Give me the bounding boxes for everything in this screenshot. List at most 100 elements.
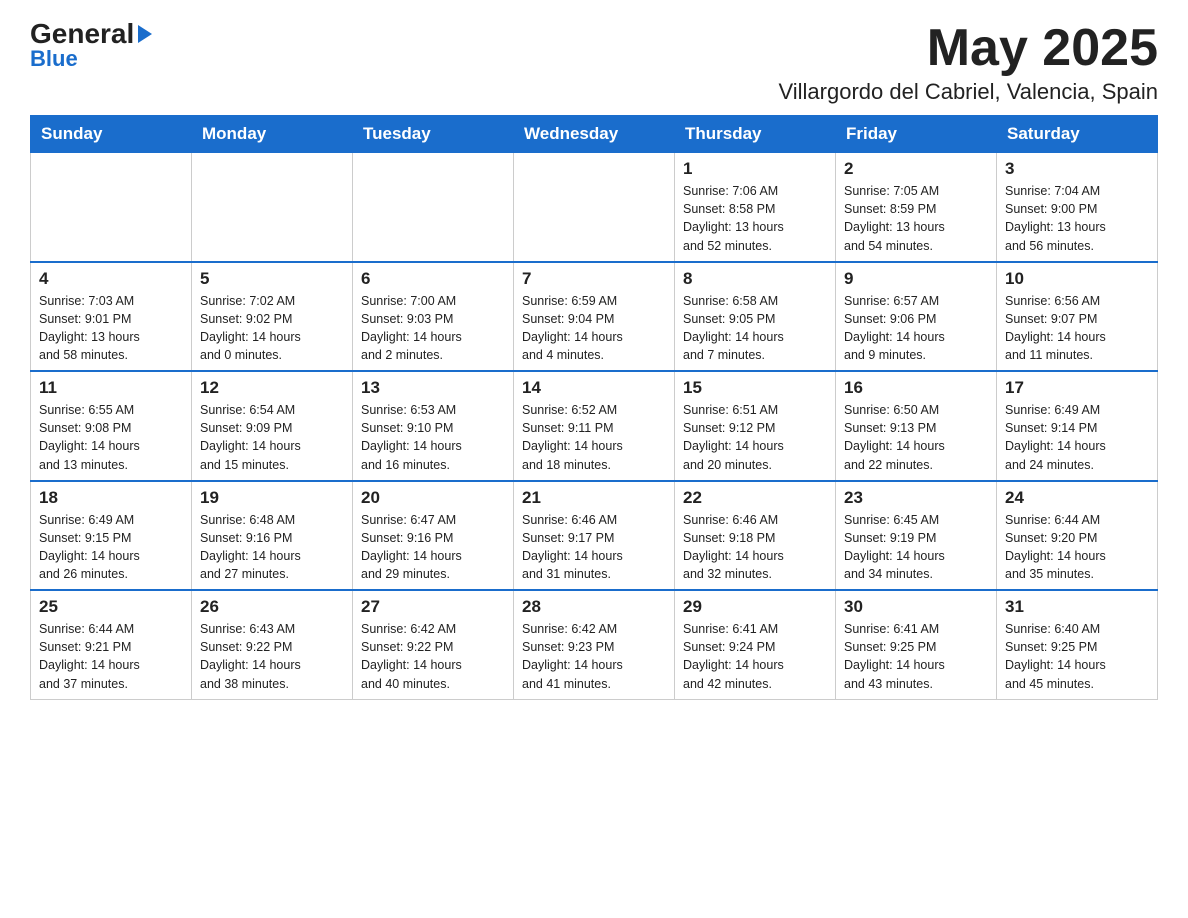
day-info: Sunrise: 6:43 AM Sunset: 9:22 PM Dayligh… xyxy=(200,620,344,693)
day-info: Sunrise: 6:42 AM Sunset: 9:22 PM Dayligh… xyxy=(361,620,505,693)
day-info: Sunrise: 6:42 AM Sunset: 9:23 PM Dayligh… xyxy=(522,620,666,693)
day-info: Sunrise: 6:49 AM Sunset: 9:15 PM Dayligh… xyxy=(39,511,183,584)
day-number: 9 xyxy=(844,269,988,289)
day-number: 16 xyxy=(844,378,988,398)
day-number: 14 xyxy=(522,378,666,398)
calendar-header-tuesday: Tuesday xyxy=(353,116,514,153)
day-number: 27 xyxy=(361,597,505,617)
day-info: Sunrise: 6:40 AM Sunset: 9:25 PM Dayligh… xyxy=(1005,620,1149,693)
day-number: 8 xyxy=(683,269,827,289)
day-info: Sunrise: 6:46 AM Sunset: 9:18 PM Dayligh… xyxy=(683,511,827,584)
day-info: Sunrise: 6:44 AM Sunset: 9:21 PM Dayligh… xyxy=(39,620,183,693)
day-number: 19 xyxy=(200,488,344,508)
calendar-cell xyxy=(353,153,514,262)
week-row-5: 25 Sunrise: 6:44 AM Sunset: 9:21 PM Dayli… xyxy=(31,590,1158,699)
day-number: 22 xyxy=(683,488,827,508)
calendar-cell: 8 Sunrise: 6:58 AM Sunset: 9:05 PM Daylig… xyxy=(675,262,836,372)
day-info: Sunrise: 6:53 AM Sunset: 9:10 PM Dayligh… xyxy=(361,401,505,474)
day-info: Sunrise: 7:00 AM Sunset: 9:03 PM Dayligh… xyxy=(361,292,505,365)
calendar-header-monday: Monday xyxy=(192,116,353,153)
day-number: 23 xyxy=(844,488,988,508)
logo-text-line1: General xyxy=(30,20,152,48)
month-title: May 2025 xyxy=(778,20,1158,77)
day-number: 5 xyxy=(200,269,344,289)
calendar-cell: 11 Sunrise: 6:55 AM Sunset: 9:08 PM Dayli… xyxy=(31,371,192,481)
day-info: Sunrise: 6:57 AM Sunset: 9:06 PM Dayligh… xyxy=(844,292,988,365)
day-number: 1 xyxy=(683,159,827,179)
day-info: Sunrise: 6:52 AM Sunset: 9:11 PM Dayligh… xyxy=(522,401,666,474)
calendar-cell: 25 Sunrise: 6:44 AM Sunset: 9:21 PM Dayli… xyxy=(31,590,192,699)
calendar-cell: 18 Sunrise: 6:49 AM Sunset: 9:15 PM Dayli… xyxy=(31,481,192,591)
day-number: 24 xyxy=(1005,488,1149,508)
day-info: Sunrise: 6:51 AM Sunset: 9:12 PM Dayligh… xyxy=(683,401,827,474)
day-number: 28 xyxy=(522,597,666,617)
calendar-cell: 19 Sunrise: 6:48 AM Sunset: 9:16 PM Dayli… xyxy=(192,481,353,591)
day-info: Sunrise: 7:05 AM Sunset: 8:59 PM Dayligh… xyxy=(844,182,988,255)
logo-text-line2: Blue xyxy=(30,46,78,72)
day-info: Sunrise: 6:54 AM Sunset: 9:09 PM Dayligh… xyxy=(200,401,344,474)
calendar-cell: 12Sunrise: 6:54 AM Sunset: 9:09 PM Dayli… xyxy=(192,371,353,481)
day-number: 18 xyxy=(39,488,183,508)
calendar-cell xyxy=(514,153,675,262)
location-title: Villargordo del Cabriel, Valencia, Spain xyxy=(778,79,1158,105)
day-info: Sunrise: 6:44 AM Sunset: 9:20 PM Dayligh… xyxy=(1005,511,1149,584)
calendar-cell: 31Sunrise: 6:40 AM Sunset: 9:25 PM Dayli… xyxy=(997,590,1158,699)
header-right: May 2025 Villargordo del Cabriel, Valenc… xyxy=(778,20,1158,105)
week-row-1: 1 Sunrise: 7:06 AM Sunset: 8:58 PM Daylig… xyxy=(31,153,1158,262)
day-number: 10 xyxy=(1005,269,1149,289)
day-number: 3 xyxy=(1005,159,1149,179)
day-info: Sunrise: 6:49 AM Sunset: 9:14 PM Dayligh… xyxy=(1005,401,1149,474)
calendar-cell: 21Sunrise: 6:46 AM Sunset: 9:17 PM Dayli… xyxy=(514,481,675,591)
calendar-cell: 15 Sunrise: 6:51 AM Sunset: 9:12 PM Dayli… xyxy=(675,371,836,481)
day-info: Sunrise: 7:04 AM Sunset: 9:00 PM Dayligh… xyxy=(1005,182,1149,255)
day-info: Sunrise: 6:56 AM Sunset: 9:07 PM Dayligh… xyxy=(1005,292,1149,365)
calendar-cell: 30Sunrise: 6:41 AM Sunset: 9:25 PM Dayli… xyxy=(836,590,997,699)
calendar-header-sunday: Sunday xyxy=(31,116,192,153)
calendar-table: SundayMondayTuesdayWednesdayThursdayFrid… xyxy=(30,115,1158,700)
calendar-cell xyxy=(31,153,192,262)
day-number: 21 xyxy=(522,488,666,508)
calendar-cell: 13Sunrise: 6:53 AM Sunset: 9:10 PM Dayli… xyxy=(353,371,514,481)
calendar-cell: 1 Sunrise: 7:06 AM Sunset: 8:58 PM Daylig… xyxy=(675,153,836,262)
week-row-3: 11 Sunrise: 6:55 AM Sunset: 9:08 PM Dayli… xyxy=(31,371,1158,481)
calendar-cell: 9 Sunrise: 6:57 AM Sunset: 9:06 PM Daylig… xyxy=(836,262,997,372)
calendar-cell: 27 Sunrise: 6:42 AM Sunset: 9:22 PM Dayli… xyxy=(353,590,514,699)
day-info: Sunrise: 6:55 AM Sunset: 9:08 PM Dayligh… xyxy=(39,401,183,474)
week-row-2: 4Sunrise: 7:03 AM Sunset: 9:01 PM Daylig… xyxy=(31,262,1158,372)
calendar-cell: 22 Sunrise: 6:46 AM Sunset: 9:18 PM Dayli… xyxy=(675,481,836,591)
day-number: 17 xyxy=(1005,378,1149,398)
calendar-header-row: SundayMondayTuesdayWednesdayThursdayFrid… xyxy=(31,116,1158,153)
calendar-header-saturday: Saturday xyxy=(997,116,1158,153)
calendar-cell: 28 Sunrise: 6:42 AM Sunset: 9:23 PM Dayli… xyxy=(514,590,675,699)
day-info: Sunrise: 6:58 AM Sunset: 9:05 PM Dayligh… xyxy=(683,292,827,365)
logo: General Blue xyxy=(30,20,152,72)
calendar-cell xyxy=(192,153,353,262)
day-info: Sunrise: 6:41 AM Sunset: 9:24 PM Dayligh… xyxy=(683,620,827,693)
calendar-cell: 20 Sunrise: 6:47 AM Sunset: 9:16 PM Dayli… xyxy=(353,481,514,591)
calendar-header-friday: Friday xyxy=(836,116,997,153)
calendar-cell: 29Sunrise: 6:41 AM Sunset: 9:24 PM Dayli… xyxy=(675,590,836,699)
day-number: 20 xyxy=(361,488,505,508)
day-info: Sunrise: 6:47 AM Sunset: 9:16 PM Dayligh… xyxy=(361,511,505,584)
day-info: Sunrise: 6:41 AM Sunset: 9:25 PM Dayligh… xyxy=(844,620,988,693)
calendar-cell: 26Sunrise: 6:43 AM Sunset: 9:22 PM Dayli… xyxy=(192,590,353,699)
calendar-cell: 23 Sunrise: 6:45 AM Sunset: 9:19 PM Dayli… xyxy=(836,481,997,591)
day-number: 15 xyxy=(683,378,827,398)
day-info: Sunrise: 6:48 AM Sunset: 9:16 PM Dayligh… xyxy=(200,511,344,584)
week-row-4: 18 Sunrise: 6:49 AM Sunset: 9:15 PM Dayli… xyxy=(31,481,1158,591)
page-header: General Blue May 2025 Villargordo del Ca… xyxy=(30,20,1158,105)
calendar-header-thursday: Thursday xyxy=(675,116,836,153)
calendar-cell: 4Sunrise: 7:03 AM Sunset: 9:01 PM Daylig… xyxy=(31,262,192,372)
day-info: Sunrise: 7:02 AM Sunset: 9:02 PM Dayligh… xyxy=(200,292,344,365)
day-number: 2 xyxy=(844,159,988,179)
day-number: 25 xyxy=(39,597,183,617)
day-number: 11 xyxy=(39,378,183,398)
day-info: Sunrise: 6:45 AM Sunset: 9:19 PM Dayligh… xyxy=(844,511,988,584)
day-info: Sunrise: 7:06 AM Sunset: 8:58 PM Dayligh… xyxy=(683,182,827,255)
calendar-cell: 17 Sunrise: 6:49 AM Sunset: 9:14 PM Dayli… xyxy=(997,371,1158,481)
calendar-cell: 16Sunrise: 6:50 AM Sunset: 9:13 PM Dayli… xyxy=(836,371,997,481)
calendar-cell: 6Sunrise: 7:00 AM Sunset: 9:03 PM Daylig… xyxy=(353,262,514,372)
calendar-cell: 5 Sunrise: 7:02 AM Sunset: 9:02 PM Daylig… xyxy=(192,262,353,372)
day-info: Sunrise: 7:03 AM Sunset: 9:01 PM Dayligh… xyxy=(39,292,183,365)
calendar-cell: 2 Sunrise: 7:05 AM Sunset: 8:59 PM Daylig… xyxy=(836,153,997,262)
